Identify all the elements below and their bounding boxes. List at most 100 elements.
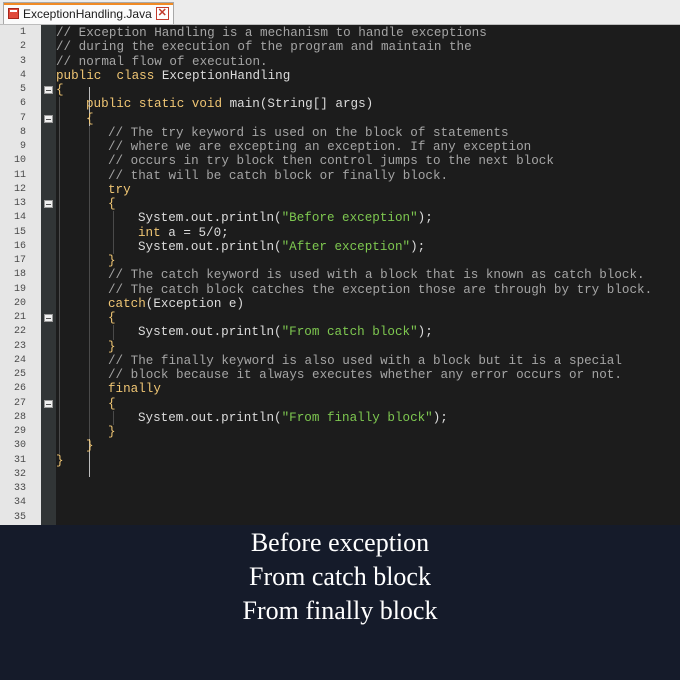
code-token-code: );: [417, 211, 433, 226]
code-line: // The try keyword is used on the block …: [108, 126, 509, 140]
code-token-comment: // The catch block catches the exception…: [108, 282, 653, 297]
code-token-comment: // The finally keyword is also used with…: [108, 353, 622, 368]
code-line: System.out.println("Before exception");: [138, 211, 433, 225]
code-line: // occurs in try block then control jump…: [108, 154, 554, 168]
code-token-kw: finally: [108, 382, 161, 397]
code-token-kw: {: [108, 396, 116, 411]
line-number: 3: [19, 55, 26, 67]
indent-guide: [113, 325, 114, 340]
program-output: Before exception From catch block From f…: [0, 526, 680, 628]
line-number: 27: [13, 397, 26, 409]
file-icon: [8, 8, 19, 19]
code-line: public class ExceptionHandling: [56, 69, 290, 83]
code-area[interactable]: // Exception Handling is a mechanism to …: [56, 25, 680, 525]
close-icon[interactable]: ✕: [155, 7, 169, 20]
line-number: 35: [13, 511, 26, 523]
code-token-comment: // occurs in try block then control jump…: [108, 154, 554, 169]
code-token-comment: // The try keyword is used on the block …: [108, 125, 509, 140]
code-token-kw: {: [56, 83, 64, 97]
code-line: // The catch keyword is used with a bloc…: [108, 268, 645, 282]
code-line: catch(Exception e): [108, 297, 244, 311]
code-token-kw: public class: [56, 68, 162, 83]
fold-collapse-icon[interactable]: [44, 86, 53, 94]
code-token-kw: }: [108, 339, 116, 354]
line-number-gutter: 1 2 3 4 5 6 7 8 9 10 11 12 13 14 15 16 17 18 19 20 21 22 23 24 2…: [0, 25, 41, 525]
code-line: {: [108, 197, 116, 211]
line-number: 23: [13, 340, 26, 352]
fold-collapse-icon[interactable]: [44, 314, 53, 322]
code-token-code: main(String[] args): [229, 97, 374, 112]
code-line: System.out.println("From catch block");: [138, 325, 433, 339]
output-line-1: Before exception: [250, 528, 430, 557]
line-number: 12: [13, 183, 26, 195]
indent-guide: [113, 410, 114, 425]
code-line: }: [108, 254, 116, 268]
code-token-kw: try: [108, 182, 131, 197]
code-line: // The finally keyword is also used with…: [108, 354, 622, 368]
output-line-3: From finally block: [242, 596, 438, 625]
code-token-kw: }: [56, 453, 64, 468]
code-line: }: [86, 439, 94, 453]
code-line: // that will be catch block or finally b…: [108, 169, 448, 183]
line-number: 18: [13, 269, 26, 281]
line-number: 31: [13, 454, 26, 466]
code-token-code: );: [417, 325, 433, 340]
code-line: {: [56, 83, 64, 97]
code-token-code: System.out.println(: [138, 410, 282, 425]
code-token-comment: // during the execution of the program a…: [56, 40, 472, 55]
code-line: System.out.println("From finally block")…: [138, 411, 448, 425]
line-number: 6: [19, 98, 26, 110]
code-line: finally: [108, 382, 161, 396]
line-number: 11: [13, 169, 26, 181]
code-token-kw: }: [108, 425, 116, 439]
code-token-kw: {: [86, 111, 94, 126]
code-token-kw: {: [108, 197, 116, 211]
code-token-code: ExceptionHandling: [161, 68, 291, 83]
line-number: 2: [19, 41, 26, 53]
code-token-kw: }: [86, 439, 94, 454]
code-token-kw: {: [108, 311, 116, 325]
code-token-comment: // where we are excepting an exception. …: [108, 140, 532, 154]
code-line: }: [56, 454, 64, 468]
indent-guide: [113, 211, 114, 254]
indent-guide: [89, 125, 90, 440]
line-number: 8: [19, 126, 26, 138]
line-number: 15: [13, 226, 26, 238]
line-number: 21: [13, 312, 26, 323]
line-number: 30: [13, 440, 26, 452]
line-number: 33: [13, 483, 26, 494]
code-token-code: System.out.println(: [138, 325, 282, 340]
line-number: 19: [13, 283, 26, 295]
code-line: {: [86, 112, 94, 126]
tab-bar: ExceptionHandling.Java ✕: [0, 0, 680, 25]
line-number: 16: [13, 240, 26, 252]
code-line: // during the execution of the program a…: [56, 40, 472, 54]
line-number: 4: [19, 69, 26, 81]
code-token-comment: // that will be catch block or finally b…: [108, 168, 449, 183]
line-number: 28: [13, 411, 26, 423]
code-token-str: "After exception": [281, 239, 411, 254]
code-token-str: "From catch block": [281, 325, 418, 340]
line-number: 32: [13, 468, 26, 480]
code-line: System.out.println("After exception");: [138, 240, 425, 254]
code-editor[interactable]: 1 2 3 4 5 6 7 8 9 10 11 12 13 14 15 16 17 18 19 20 21 22 23 24 2…: [0, 25, 680, 525]
code-line: public static void main(String[] args): [86, 97, 373, 111]
fold-collapse-icon[interactable]: [44, 399, 53, 408]
tab-filename: ExceptionHandling.Java: [23, 6, 152, 21]
code-line: // where we are excepting an exception. …: [108, 140, 531, 154]
line-number: 13: [13, 198, 26, 209]
fold-collapse-icon[interactable]: [44, 114, 53, 123]
tab-exceptionhandling[interactable]: ExceptionHandling.Java ✕: [3, 2, 174, 24]
line-number: 26: [13, 383, 26, 395]
line-number: 9: [19, 141, 26, 152]
code-token-comment: // Exception Handling is a mechanism to …: [56, 26, 487, 40]
code-token-code: a = 5/0;: [168, 225, 229, 240]
line-number: 14: [13, 212, 26, 224]
code-line: // normal flow of execution.: [56, 55, 268, 69]
line-number: 29: [13, 426, 26, 437]
code-line: }: [108, 340, 116, 354]
code-token-kw: }: [108, 254, 116, 268]
fold-collapse-icon[interactable]: [44, 200, 53, 208]
line-number: 24: [13, 354, 26, 366]
code-token-kw: int: [138, 225, 169, 240]
